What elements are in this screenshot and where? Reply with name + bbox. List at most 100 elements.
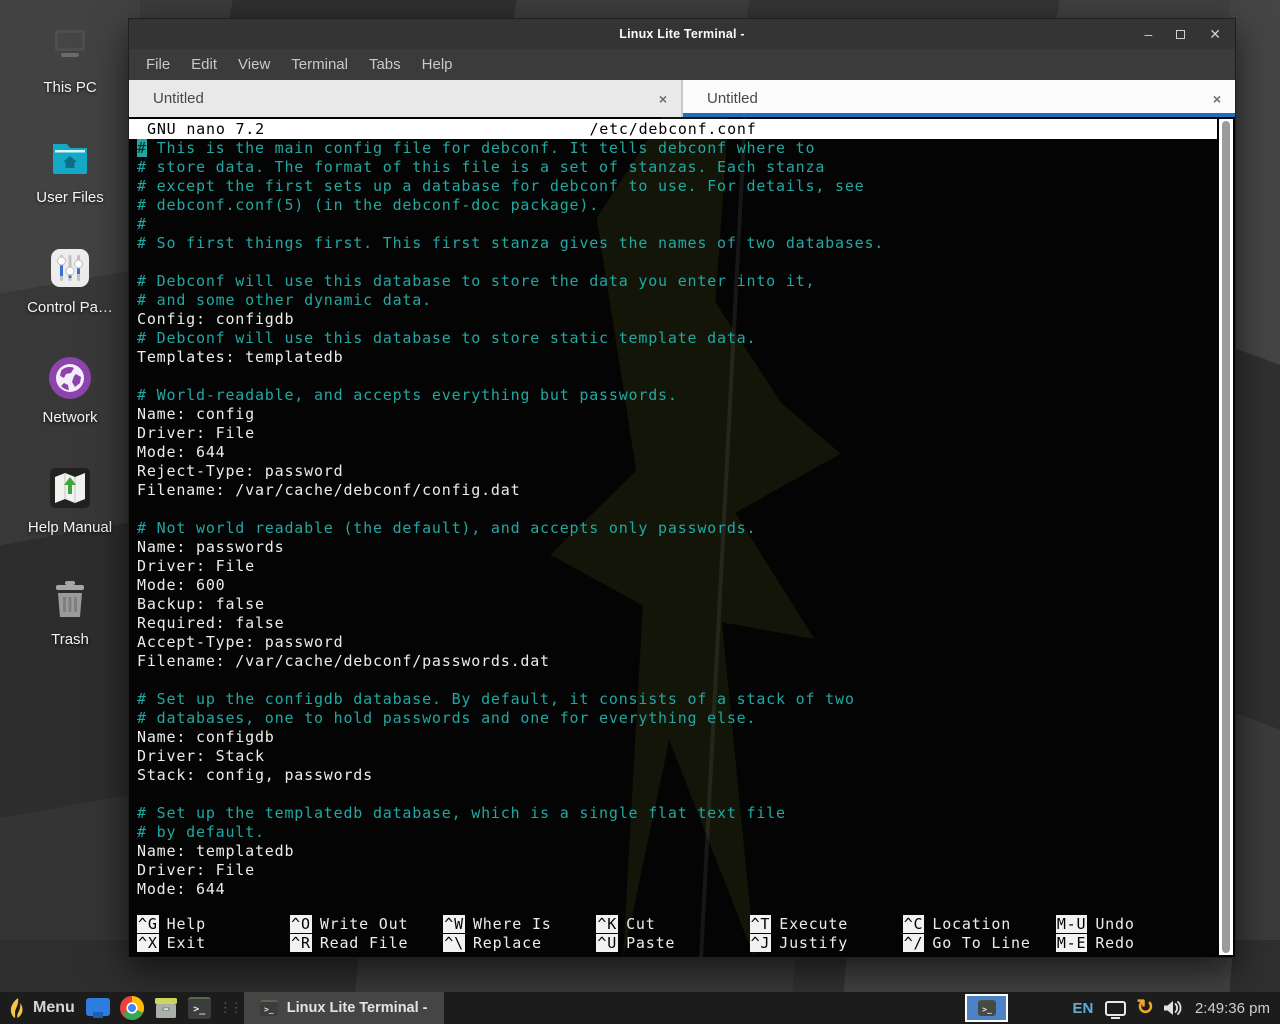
update-manager-icon[interactable]: ↻ xyxy=(1136,997,1154,1018)
volume-control[interactable] xyxy=(1163,1000,1182,1016)
desktop-icon-user-files[interactable]: User Files xyxy=(12,134,128,206)
scrollbar[interactable] xyxy=(1219,119,1233,955)
terminal-line: # Set up the templatedb database, which … xyxy=(137,804,1209,823)
nano-shortcut-key: ^\ xyxy=(443,934,465,952)
terminal-line: Driver: File xyxy=(137,861,1209,880)
nano-shortcut-key: ^R xyxy=(290,934,312,952)
menu-view[interactable]: View xyxy=(238,56,270,73)
nano-shortcut-key: ^J xyxy=(750,934,772,952)
launcher-file-manager[interactable] xyxy=(86,998,110,1018)
nano-shortcut-label: Replace xyxy=(473,934,542,952)
window-controls: – ✕ xyxy=(1144,19,1221,49)
nano-shortcut-key: ^U xyxy=(596,934,618,952)
nano-shortcut: ^WWhere Is xyxy=(443,915,596,934)
nano-shortcut-label: Exit xyxy=(167,934,206,952)
tab-close-icon[interactable]: × xyxy=(659,91,667,107)
terminal-icon: >_ xyxy=(188,997,211,1019)
terminal-line: Accept-Type: password xyxy=(137,633,1209,652)
nano-shortcut-key: ^K xyxy=(596,915,618,933)
terminal-line: Name: templatedb xyxy=(137,842,1209,861)
tab-label: Untitled xyxy=(153,90,204,107)
terminal-line: # World-readable, and accepts everything… xyxy=(137,386,1209,405)
nano-shortcut-label: Go To Line xyxy=(932,934,1030,952)
taskbar-window-label: Linux Lite Terminal - xyxy=(287,1000,428,1016)
tab-untitled-2[interactable]: Untitled × xyxy=(683,80,1235,117)
nano-shortcut: ^U Paste xyxy=(596,934,749,953)
terminal-line: Backup: false xyxy=(137,595,1209,614)
file-manager-icon xyxy=(86,998,110,1018)
maximize-button[interactable] xyxy=(1176,30,1185,39)
menu-file[interactable]: File xyxy=(146,56,170,73)
nano-shortcut: ^GHelp xyxy=(137,915,290,934)
display-tray-icon[interactable] xyxy=(1105,1001,1126,1016)
nano-shortcut: ^OWrite Out xyxy=(290,915,443,934)
nano-shortcut-group: ^TExecute^JJustify xyxy=(750,915,903,953)
control-panel-icon xyxy=(46,244,94,292)
terminal-line: Config: configdb xyxy=(137,310,1209,329)
trash-icon xyxy=(46,576,94,624)
terminal-line: Mode: 644 xyxy=(137,880,1209,899)
desktop-icon-label: This PC xyxy=(12,79,128,96)
help-manual-icon xyxy=(46,464,94,512)
language-indicator[interactable]: EN xyxy=(1072,1000,1093,1017)
terminal-line: Reject-Type: password xyxy=(137,462,1209,481)
desktop-icon-network[interactable]: Network xyxy=(12,354,128,426)
nano-shortcut-key: ^G xyxy=(137,915,159,933)
scrollbar-thumb[interactable] xyxy=(1222,121,1230,953)
desktop-icon-label: User Files xyxy=(12,189,128,206)
terminal-line: # So first things first. This first stan… xyxy=(137,234,1209,253)
linux-lite-logo-icon xyxy=(8,997,26,1019)
launcher-chrome[interactable] xyxy=(120,996,144,1020)
folder-home-icon xyxy=(46,134,94,182)
tab-close-icon[interactable]: × xyxy=(1213,91,1221,107)
launcher-terminal[interactable]: >_ xyxy=(188,997,211,1019)
menu-terminal[interactable]: Terminal xyxy=(291,56,348,73)
nano-shortcut-label: Execute xyxy=(779,915,848,933)
nano-shortcut-label: Paste xyxy=(626,934,675,952)
terminal-viewport[interactable]: GNU nano 7.2 /etc/debconf.conf # This is… xyxy=(129,117,1235,957)
nano-shortcut: ^RRead File xyxy=(290,934,443,953)
terminal-line: Filename: /var/cache/debconf/passwords.d… xyxy=(137,652,1209,671)
terminal-icon: >_ xyxy=(978,1000,996,1016)
terminal-line: # by default. xyxy=(137,823,1209,842)
terminal-line xyxy=(137,253,1209,272)
terminal-line: Required: false xyxy=(137,614,1209,633)
desktop-icon-label: Help Manual xyxy=(12,519,128,536)
menu-edit[interactable]: Edit xyxy=(191,56,217,73)
clock[interactable]: 2:49:36 pm xyxy=(1195,1000,1270,1017)
minimize-button[interactable]: – xyxy=(1144,27,1152,41)
nano-shortcut: ^\ Replace xyxy=(443,934,596,953)
nano-shortcut-group: ^OWrite Out^RRead File xyxy=(290,915,443,953)
desktop-icon-label: Trash xyxy=(12,631,128,648)
terminal-line: Filename: /var/cache/debconf/config.dat xyxy=(137,481,1209,500)
terminal-line: # store data. The format of this file is… xyxy=(137,158,1209,177)
tray-terminal-indicator[interactable]: >_ xyxy=(963,992,1010,1024)
tab-label: Untitled xyxy=(707,90,758,107)
terminal-line xyxy=(137,500,1209,519)
nano-filename: /etc/debconf.conf xyxy=(129,119,1217,139)
wallpaper-facet xyxy=(1230,0,1280,1024)
terminal-line: Name: configdb xyxy=(137,728,1209,747)
desktop-icon-this-pc[interactable]: This PC xyxy=(12,24,128,96)
terminal-line: # This is the main config file for debco… xyxy=(137,139,1209,158)
menu-bar: File Edit View Terminal Tabs Help xyxy=(129,49,1235,80)
terminal-line: Templates: templatedb xyxy=(137,348,1209,367)
launcher-archive[interactable] xyxy=(154,997,178,1019)
taskbar-separator: ⋮⋮ xyxy=(219,1000,241,1016)
start-menu-button[interactable]: Menu xyxy=(0,992,81,1024)
tab-untitled-1[interactable]: Untitled × xyxy=(129,80,681,117)
desktop-icon-trash[interactable]: Trash xyxy=(12,576,128,648)
nano-shortcut-key: ^/ xyxy=(903,934,925,952)
speaker-icon xyxy=(1163,1000,1182,1016)
text-cursor: # xyxy=(137,139,147,157)
terminal-line: # and some other dynamic data. xyxy=(137,291,1209,310)
taskbar-window-button[interactable]: >_ Linux Lite Terminal - xyxy=(244,992,444,1024)
desktop-icon-control-panel[interactable]: Control Pa… xyxy=(12,244,128,316)
desktop-icon-help-manual[interactable]: Help Manual xyxy=(12,464,128,536)
close-button[interactable]: ✕ xyxy=(1209,27,1221,41)
window-titlebar[interactable]: Linux Lite Terminal - – ✕ xyxy=(129,19,1235,49)
terminal-line xyxy=(137,785,1209,804)
menu-tabs[interactable]: Tabs xyxy=(369,56,401,73)
network-globe-icon xyxy=(46,354,94,402)
menu-help[interactable]: Help xyxy=(422,56,453,73)
